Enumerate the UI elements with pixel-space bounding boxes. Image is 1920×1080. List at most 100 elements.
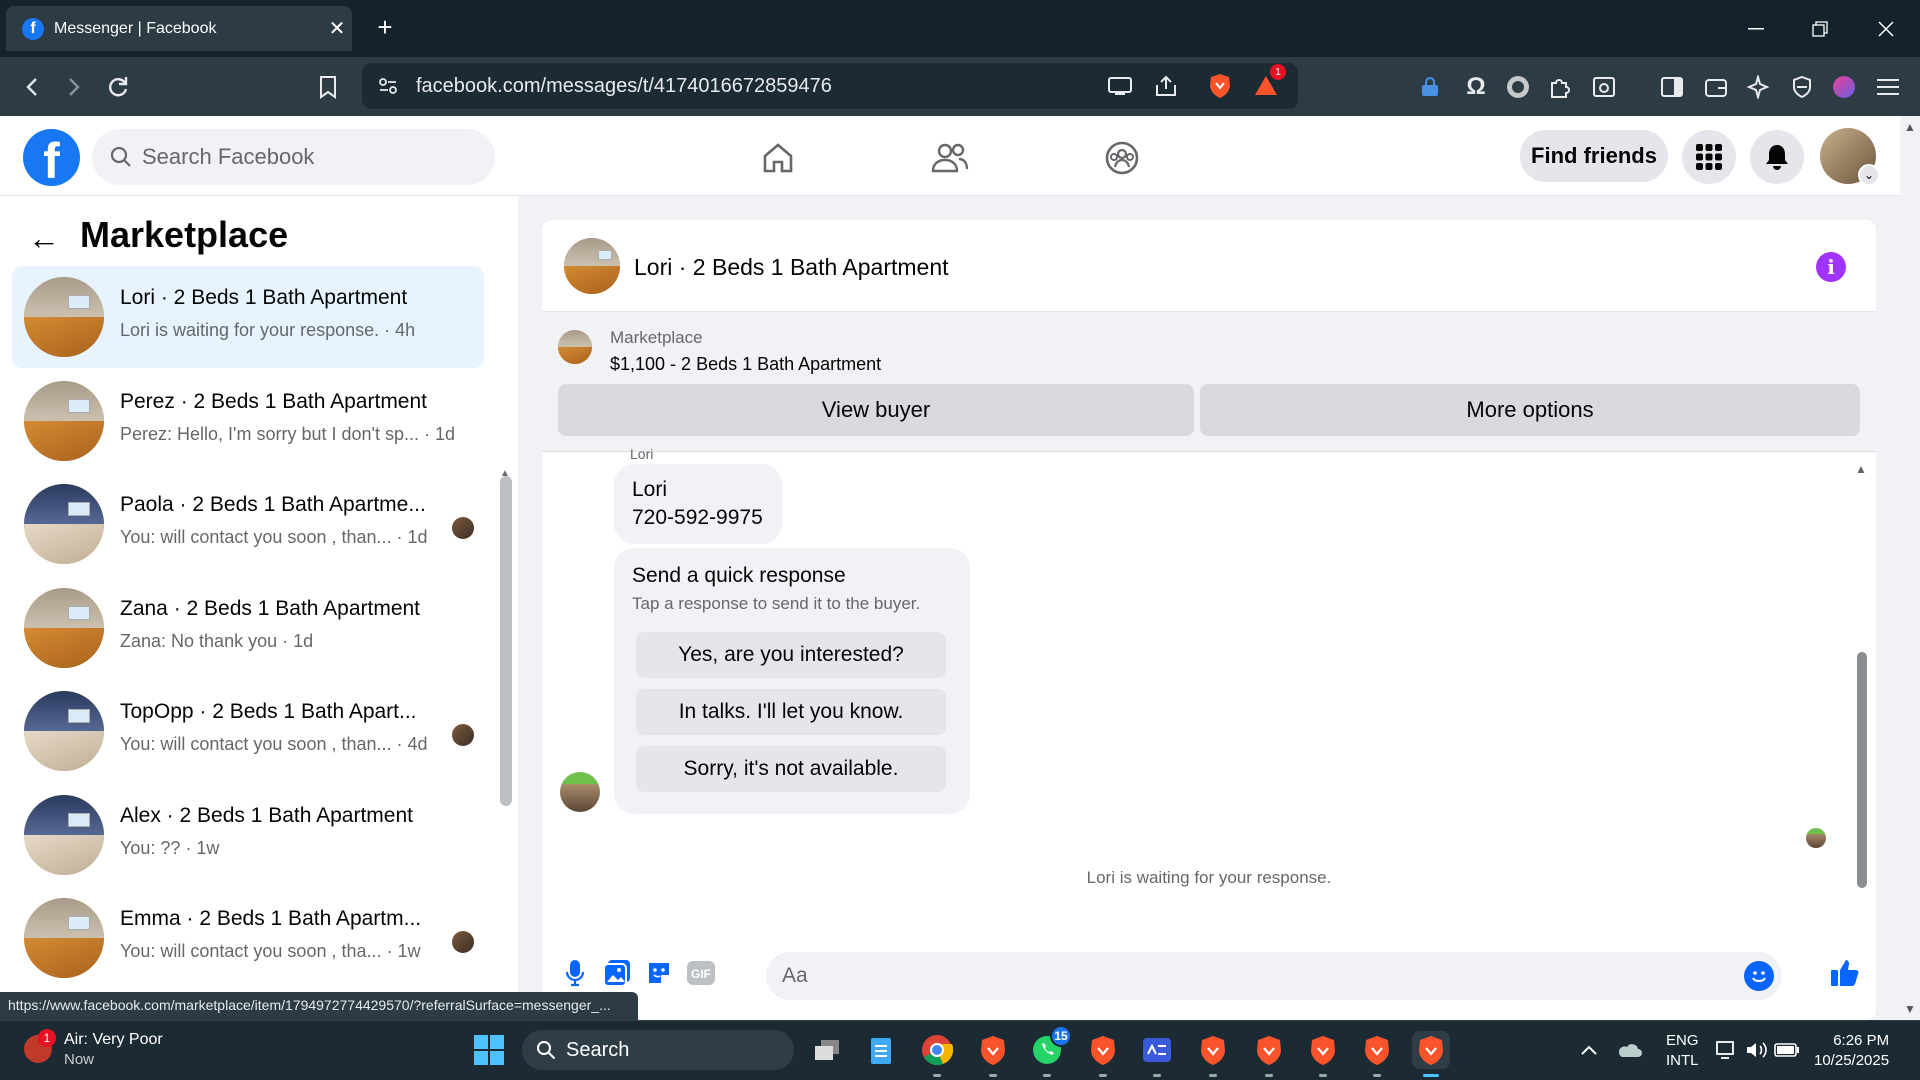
- system-clock[interactable]: 6:26 PM 10/25/2025: [1814, 1031, 1889, 1071]
- conversation-name: Lori · 2 Beds 1 Bath Apartment: [120, 286, 408, 309]
- forward-icon[interactable]: [56, 69, 92, 105]
- chevron-up-icon[interactable]: [1574, 1031, 1604, 1069]
- info-icon[interactable]: i: [1816, 252, 1846, 282]
- chevron-down-icon[interactable]: ⌄: [1858, 164, 1880, 186]
- profile-avatar-icon[interactable]: [1826, 69, 1862, 105]
- facebook-logo[interactable]: f: [23, 129, 80, 186]
- volume-icon[interactable]: [1742, 1031, 1772, 1069]
- chrome-icon[interactable]: [918, 1031, 956, 1077]
- cast-icon[interactable]: [1102, 68, 1138, 104]
- contact-phone[interactable]: 720-592-9975: [632, 504, 764, 532]
- whatsapp-icon[interactable]: 15: [1028, 1025, 1072, 1077]
- svg-text:GIF: GIF: [691, 967, 711, 981]
- language-indicator[interactable]: ENG INTL: [1666, 1031, 1699, 1071]
- notepad-icon[interactable]: [862, 1031, 900, 1069]
- conversation-item[interactable]: Perez · 2 Beds 1 Bath Apartment Perez: He…: [12, 370, 484, 472]
- reload-icon[interactable]: [100, 69, 136, 105]
- page-scroll-up-icon[interactable]: ▲: [1904, 120, 1916, 134]
- sidebar-toggle-icon[interactable]: [1654, 69, 1690, 105]
- new-tab-button[interactable]: +: [370, 12, 400, 43]
- reader-icon[interactable]: [1586, 69, 1622, 105]
- emoji-icon[interactable]: [1744, 961, 1774, 991]
- home-icon[interactable]: [754, 134, 802, 182]
- microphone-icon[interactable]: [558, 956, 592, 990]
- conversation-item[interactable]: TopOpp · 2 Beds 1 Bath Apart... You: will…: [12, 680, 484, 782]
- friends-icon[interactable]: [926, 134, 974, 182]
- sticker-icon[interactable]: [642, 956, 676, 990]
- photo-icon[interactable]: [600, 956, 634, 990]
- menu-grid-icon[interactable]: [1682, 130, 1736, 184]
- gif-icon[interactable]: GIF: [684, 956, 718, 990]
- site-settings-icon[interactable]: [370, 68, 406, 104]
- wallet-icon[interactable]: [1698, 69, 1734, 105]
- brave-browser-icon[interactable]: [1084, 1031, 1122, 1077]
- wallet-lock-icon[interactable]: [1412, 69, 1448, 105]
- thumbs-up-icon[interactable]: [1828, 956, 1862, 990]
- battery-icon[interactable]: [1772, 1031, 1802, 1069]
- record-extension-icon[interactable]: [1500, 69, 1536, 105]
- task-view-icon[interactable]: [808, 1031, 846, 1069]
- chat-avatar[interactable]: [564, 238, 620, 294]
- conversation-list-scrollbar[interactable]: [500, 476, 512, 806]
- conversation-item[interactable]: Alex · 2 Beds 1 Bath Apartment You: ?? · …: [12, 784, 484, 886]
- asus-app-icon[interactable]: [1138, 1031, 1176, 1077]
- brave-browser-icon[interactable]: [1304, 1031, 1342, 1077]
- quick-response-yes-button[interactable]: Yes, are you interested?: [636, 632, 946, 678]
- brave-browser-icon[interactable]: [1194, 1031, 1232, 1077]
- conversation-name: TopOpp · 2 Beds 1 Bath Apart...: [120, 700, 417, 723]
- sender-name-label: Lori: [630, 446, 654, 462]
- url-text[interactable]: facebook.com/messages/t/4174016672859476: [416, 75, 832, 98]
- back-arrow-icon[interactable]: ←: [28, 220, 60, 257]
- search-icon: [110, 146, 131, 167]
- menu-icon[interactable]: [1870, 69, 1906, 105]
- tab-close-icon[interactable]: ✕: [322, 16, 352, 41]
- share-icon[interactable]: [1148, 68, 1184, 104]
- search-icon: [537, 1041, 556, 1060]
- conversation-item[interactable]: Paola · 2 Beds 1 Bath Apartme... You: wil…: [12, 473, 484, 575]
- facebook-header: f Search Facebook Find friends ⌄: [0, 116, 1900, 196]
- minimize-icon[interactable]: [1736, 14, 1776, 44]
- conversation-item[interactable]: Lori · 2 Beds 1 Bath Apartment Lori is wa…: [12, 266, 484, 368]
- conversation-item[interactable]: Emma · 2 Beds 1 Bath Apartm... You: will …: [12, 887, 484, 989]
- chat-title[interactable]: Lori · 2 Beds 1 Bath Apartment: [634, 254, 949, 281]
- bookmark-icon[interactable]: [310, 69, 346, 105]
- quick-response-in-talks-button[interactable]: In talks. I'll let you know.: [636, 689, 946, 735]
- close-window-icon[interactable]: [1866, 14, 1906, 44]
- back-icon[interactable]: [14, 69, 50, 105]
- windows-start-icon[interactable]: [474, 1035, 504, 1065]
- chat-scrollbar[interactable]: [1857, 652, 1867, 888]
- brave-browser-icon[interactable]: [974, 1031, 1012, 1077]
- vpn-shield-icon[interactable]: [1784, 69, 1820, 105]
- scroll-up-arrow-icon[interactable]: ▲: [1855, 462, 1867, 476]
- onedrive-icon[interactable]: [1614, 1031, 1644, 1069]
- quick-response-not-available-button[interactable]: Sorry, it's not available.: [636, 746, 946, 792]
- taskbar-search[interactable]: Search: [522, 1030, 794, 1070]
- address-bar[interactable]: facebook.com/messages/t/4174016672859476…: [362, 63, 1298, 109]
- network-icon[interactable]: [1712, 1031, 1742, 1069]
- browser-tab[interactable]: f Messenger | Facebook ✕: [6, 6, 352, 51]
- groups-icon[interactable]: [1098, 134, 1146, 182]
- message-input[interactable]: Aa: [766, 952, 1782, 1000]
- profile-avatar[interactable]: ⌄: [1820, 128, 1880, 186]
- brave-browser-icon[interactable]: [1250, 1031, 1288, 1077]
- extensions-icon[interactable]: [1542, 69, 1578, 105]
- search-placeholder: Search Facebook: [142, 144, 315, 169]
- brave-browser-icon[interactable]: [1358, 1031, 1396, 1077]
- omega-extension-icon[interactable]: Ω: [1458, 69, 1494, 105]
- find-friends-button[interactable]: Find friends: [1520, 130, 1668, 182]
- brave-browser-active-icon[interactable]: [1412, 1031, 1450, 1077]
- brave-rewards-icon[interactable]: 1: [1248, 64, 1286, 104]
- leo-ai-icon[interactable]: [1740, 69, 1776, 105]
- brave-shields-icon[interactable]: [1202, 68, 1238, 104]
- notifications-bell-icon[interactable]: [1750, 130, 1804, 184]
- listing-price-title[interactable]: $1,100 - 2 Beds 1 Bath Apartment: [610, 354, 881, 375]
- search-input[interactable]: Search Facebook: [92, 129, 495, 185]
- conversation-item[interactable]: Zana · 2 Beds 1 Bath Apartment Zana: No t…: [12, 577, 484, 679]
- weather-badge: 1: [38, 1029, 56, 1047]
- more-options-button[interactable]: More options: [1200, 384, 1860, 436]
- conversation-name: Alex · 2 Beds 1 Bath Apartment: [120, 803, 413, 827]
- conversation-name: Paola · 2 Beds 1 Bath Apartme...: [120, 493, 426, 516]
- restore-icon[interactable]: [1800, 14, 1840, 44]
- view-buyer-button[interactable]: View buyer: [558, 384, 1194, 436]
- page-scroll-down-icon[interactable]: ▼: [1904, 1002, 1916, 1016]
